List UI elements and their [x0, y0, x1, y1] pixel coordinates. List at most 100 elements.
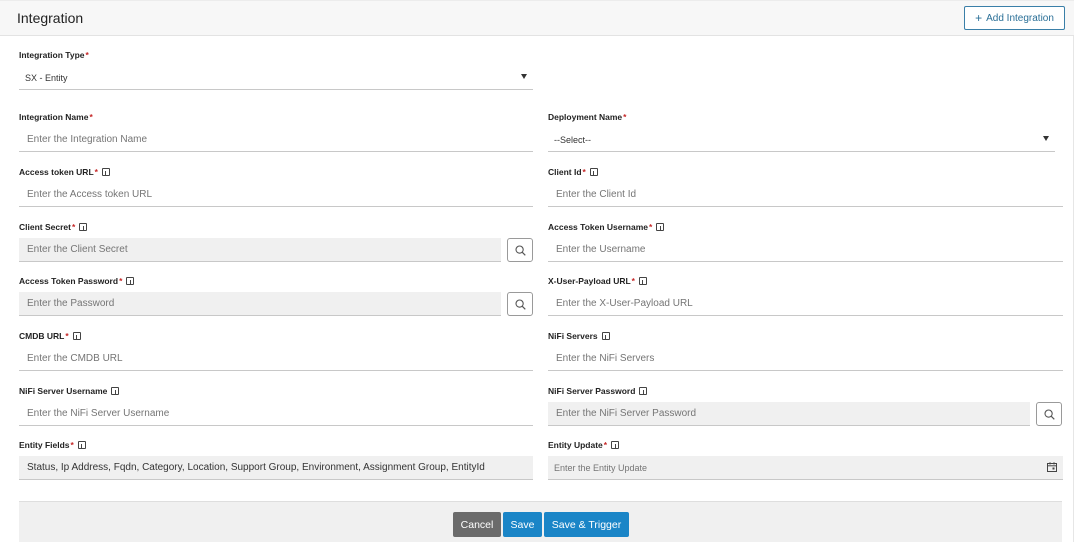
search-icon — [1043, 408, 1055, 420]
info-icon[interactable] — [611, 441, 620, 449]
info-icon[interactable] — [79, 223, 88, 231]
entity-fields-label: Entity Fields * — [19, 440, 86, 450]
nifi-server-password-label-text: NiFi Server Password — [548, 386, 636, 396]
nifi-server-password-reveal-button[interactable] — [1036, 402, 1062, 426]
required-marker: * — [70, 440, 74, 450]
info-icon[interactable] — [77, 441, 86, 449]
client-id-input[interactable] — [548, 183, 1063, 206]
cmdb-url-label-text: CMDB URL — [19, 331, 65, 341]
chevron-down-icon — [1043, 136, 1049, 141]
nifi-server-username-label-text: NiFi Server Username — [19, 386, 108, 396]
entity-update-input[interactable] — [548, 456, 1063, 479]
integration-name-label-text: Integration Name — [19, 112, 89, 122]
info-icon[interactable] — [101, 168, 110, 176]
info-icon[interactable] — [638, 277, 647, 285]
access-token-url-label: Access token URL * — [19, 167, 110, 177]
access-token-url-label-text: Access token URL — [19, 167, 94, 177]
integration-type-select[interactable]: SX - Entity — [19, 66, 533, 90]
deployment-name-value: --Select-- — [554, 135, 592, 145]
required-marker: * — [623, 112, 627, 122]
calendar-icon[interactable] — [1047, 462, 1057, 472]
cancel-button[interactable]: Cancel — [453, 512, 501, 537]
info-icon[interactable] — [126, 277, 135, 285]
access-token-password-label-text: Access Token Password — [19, 276, 119, 286]
required-marker: * — [119, 276, 123, 286]
required-marker: * — [582, 167, 586, 177]
integration-name-field[interactable] — [19, 128, 533, 152]
integration-type-label: Integration Type * — [19, 50, 89, 60]
required-marker: * — [65, 331, 69, 341]
integration-name-label: Integration Name * — [19, 112, 93, 122]
page-title: Integration — [17, 10, 84, 26]
deployment-name-label-text: Deployment Name — [548, 112, 623, 122]
x-user-payload-url-field[interactable] — [548, 292, 1063, 316]
nifi-server-password-label: NiFi Server Password — [548, 386, 648, 396]
info-icon[interactable] — [656, 223, 665, 231]
cmdb-url-label: CMDB URL * — [19, 331, 81, 341]
required-marker: * — [631, 276, 635, 286]
client-secret-input[interactable] — [19, 238, 501, 261]
required-marker: * — [649, 222, 653, 232]
save-and-trigger-button[interactable]: Save & Trigger — [544, 512, 629, 537]
required-marker: * — [85, 50, 89, 60]
nifi-server-username-label: NiFi Server Username — [19, 386, 120, 396]
chevron-down-icon — [521, 74, 527, 79]
entity-fields-label-text: Entity Fields — [19, 440, 70, 450]
client-secret-label-text: Client Secret — [19, 222, 71, 232]
nifi-server-username-input[interactable] — [19, 402, 533, 425]
nifi-server-password-input[interactable] — [548, 402, 1030, 425]
access-token-username-input[interactable] — [548, 238, 1063, 261]
access-token-password-reveal-button[interactable] — [507, 292, 533, 316]
required-marker: * — [94, 167, 98, 177]
info-icon[interactable] — [111, 387, 120, 395]
add-integration-button[interactable]: + Add Integration — [964, 6, 1065, 30]
client-id-label: Client Id * — [548, 167, 598, 177]
info-icon[interactable] — [589, 168, 598, 176]
access-token-password-input[interactable] — [19, 292, 501, 315]
info-icon[interactable] — [601, 332, 610, 340]
entity-update-label-text: Entity Update — [548, 440, 603, 450]
access-token-url-input[interactable] — [19, 183, 533, 206]
access-token-username-label: Access Token Username * — [548, 222, 665, 232]
client-secret-field[interactable] — [19, 238, 501, 262]
required-marker: * — [89, 112, 93, 122]
nifi-server-username-field[interactable] — [19, 402, 533, 426]
nifi-servers-label: NiFi Servers — [548, 331, 610, 341]
access-token-url-field[interactable] — [19, 183, 533, 207]
access-token-password-field[interactable] — [19, 292, 501, 316]
entity-fields-field[interactable]: Status, Ip Address, Fqdn, Category, Loca… — [19, 456, 533, 480]
entity-update-label: Entity Update * — [548, 440, 620, 450]
plus-icon: + — [975, 11, 983, 25]
cmdb-url-input[interactable] — [19, 347, 533, 370]
entity-update-field[interactable] — [548, 456, 1063, 480]
client-id-field[interactable] — [548, 183, 1063, 207]
deployment-name-select[interactable]: --Select-- — [548, 128, 1055, 152]
x-user-payload-url-input[interactable] — [548, 292, 1063, 315]
access-token-username-field[interactable] — [548, 238, 1063, 262]
deployment-name-label: Deployment Name * — [548, 112, 626, 122]
x-user-payload-url-label: X-User-Payload URL * — [548, 276, 647, 286]
page-header: Integration + Add Integration — [0, 0, 1074, 36]
integration-type-value: SX - Entity — [25, 73, 68, 83]
required-marker: * — [603, 440, 608, 450]
client-secret-reveal-button[interactable] — [507, 238, 533, 262]
integration-type-label-text: Integration Type — [19, 50, 85, 60]
info-icon[interactable] — [639, 387, 648, 395]
nifi-servers-input[interactable] — [548, 347, 1063, 370]
nifi-servers-field[interactable] — [548, 347, 1063, 371]
entity-fields-value: Status, Ip Address, Fqdn, Category, Loca… — [27, 462, 485, 473]
required-marker: * — [71, 222, 76, 232]
integration-name-input[interactable] — [19, 128, 533, 151]
client-id-label-text: Client Id — [548, 167, 582, 177]
cmdb-url-field[interactable] — [19, 347, 533, 371]
access-token-password-label: Access Token Password * — [19, 276, 135, 286]
nifi-servers-label-text: NiFi Servers — [548, 331, 598, 341]
client-secret-label: Client Secret * — [19, 222, 88, 232]
access-token-username-label-text: Access Token Username — [548, 222, 649, 232]
x-user-payload-url-label-text: X-User-Payload URL — [548, 276, 631, 286]
save-button[interactable]: Save — [503, 512, 542, 537]
nifi-server-password-field[interactable] — [548, 402, 1030, 426]
info-icon[interactable] — [72, 332, 81, 340]
search-icon — [514, 244, 526, 256]
add-integration-label: Add Integration — [986, 12, 1054, 24]
